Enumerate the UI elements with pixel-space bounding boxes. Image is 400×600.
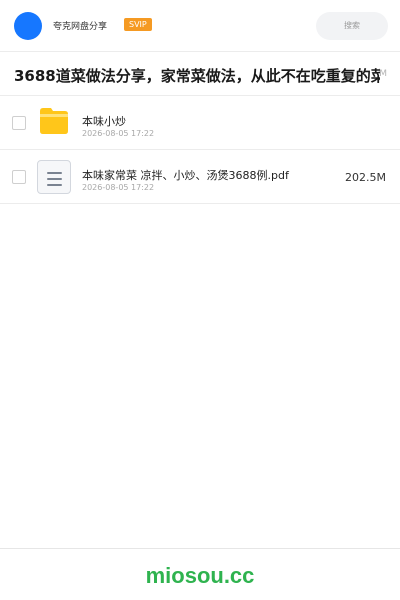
file-date: 2026-08-05 17:22 xyxy=(82,183,155,192)
share-title: 3688道菜做法分享，家常菜做法，从此不在吃重复的菜 xyxy=(14,67,380,85)
search-input[interactable]: 搜索 xyxy=(316,12,388,40)
footer: miosou.cc xyxy=(0,548,400,600)
file-date: 2026-08-05 17:22 xyxy=(82,129,155,138)
share-header: 3688道菜做法分享，家常菜做法，从此不在吃重复的菜 M xyxy=(0,52,400,96)
folder-icon xyxy=(40,108,68,134)
svip-badge[interactable]: SVIP xyxy=(124,18,152,31)
document-icon xyxy=(37,160,71,194)
file-row-folder[interactable]: 本味小炒 2026-08-05 17:22 xyxy=(0,96,400,150)
app-name: 夸克网盘分享 xyxy=(53,22,108,32)
share-size: M xyxy=(379,69,387,79)
brand-logo[interactable]: miosou.cc xyxy=(0,563,400,589)
file-size: 202.5M xyxy=(345,171,386,184)
row-checkbox[interactable] xyxy=(12,170,26,184)
top-bar: 夸克网盘分享 SVIP 搜索 xyxy=(0,0,400,52)
row-checkbox[interactable] xyxy=(12,116,26,130)
file-name[interactable]: 本味家常菜 凉拌、小炒、汤煲3688例.pdf xyxy=(82,167,289,183)
avatar[interactable] xyxy=(14,12,42,40)
file-name[interactable]: 本味小炒 xyxy=(82,113,126,129)
file-row-pdf[interactable]: 本味家常菜 凉拌、小炒、汤煲3688例.pdf 2026-08-05 17:22… xyxy=(0,150,400,204)
